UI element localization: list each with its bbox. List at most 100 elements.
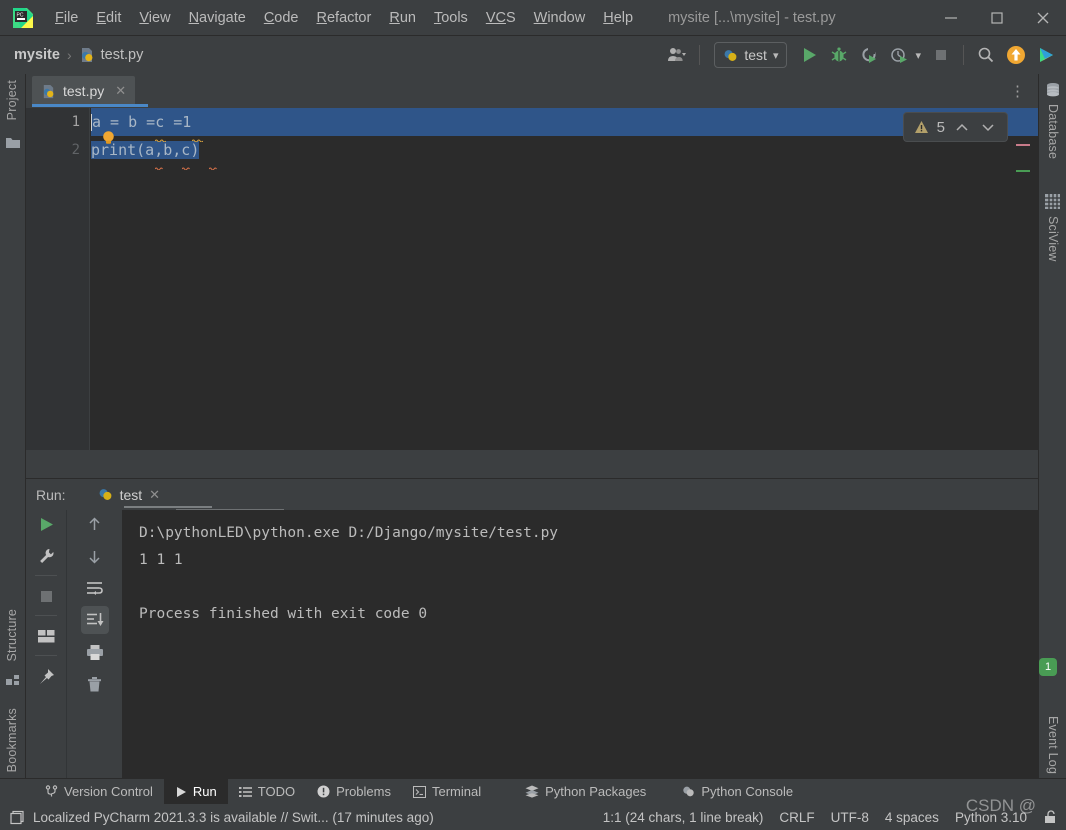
bottom-tab-version-control[interactable]: Version Control bbox=[34, 779, 164, 805]
menu-code[interactable]: Code bbox=[255, 7, 308, 29]
profile-chevron-down-icon[interactable]: ▾ bbox=[915, 49, 921, 62]
notification-icon[interactable] bbox=[10, 810, 25, 825]
menu-help[interactable]: Help bbox=[594, 7, 642, 29]
sidebar-item-sciview[interactable]: SciView bbox=[1046, 216, 1060, 262]
rerun-icon[interactable] bbox=[32, 510, 60, 538]
editor-code-area[interactable]: a = b =c =1 print(a,b,c) bbox=[91, 108, 1038, 450]
problems-icon bbox=[317, 785, 330, 798]
bottom-tab-todo[interactable]: TODO bbox=[228, 779, 306, 805]
up-arrow-icon[interactable] bbox=[81, 510, 109, 538]
menu-edit-mnemonic: E bbox=[96, 9, 107, 26]
breadcrumb-project[interactable]: mysite bbox=[14, 47, 60, 63]
run-console-output[interactable]: D:\pythonLED\python.exe D:/Django/mysite… bbox=[122, 510, 1038, 780]
sciview-grid-icon[interactable] bbox=[1045, 194, 1060, 214]
file-encoding[interactable]: UTF-8 bbox=[831, 810, 869, 825]
minimize-button[interactable] bbox=[928, 0, 974, 36]
run-tab-test[interactable]: test ✕ bbox=[90, 484, 168, 506]
menu-tools[interactable]: Tools bbox=[425, 7, 477, 29]
menu-view[interactable]: View bbox=[130, 7, 179, 29]
menu-run[interactable]: Run bbox=[380, 7, 425, 29]
bottom-tab-problems-label: Problems bbox=[336, 784, 391, 799]
soft-wrap-icon[interactable] bbox=[81, 574, 109, 602]
inspection-prev-icon[interactable] bbox=[953, 120, 971, 135]
editor-tab-close-icon[interactable]: ✕ bbox=[115, 83, 126, 99]
bottom-tab-problems[interactable]: Problems bbox=[306, 779, 402, 805]
close-button[interactable] bbox=[1020, 0, 1066, 36]
svg-text:PC: PC bbox=[17, 12, 24, 18]
search-icon[interactable] bbox=[972, 41, 1000, 69]
sidebar-item-event-log[interactable]: Event Log bbox=[1046, 716, 1060, 774]
read-only-lock-icon[interactable] bbox=[1043, 809, 1058, 825]
run-icon bbox=[175, 786, 187, 798]
run-with-coverage-icon[interactable] bbox=[855, 41, 883, 69]
sidebar-item-bookmarks[interactable]: Bookmarks bbox=[5, 708, 19, 772]
stop-icon[interactable] bbox=[32, 582, 60, 610]
breadcrumb-file[interactable]: test.py bbox=[101, 47, 144, 63]
window-controls bbox=[928, 0, 1066, 36]
bottom-tab-terminal[interactable]: Terminal bbox=[402, 779, 492, 805]
error-marker[interactable] bbox=[1016, 144, 1030, 146]
bottom-tab-run[interactable]: Run bbox=[163, 778, 228, 805]
debug-bug-icon[interactable] bbox=[825, 41, 853, 69]
user-account-icon[interactable] bbox=[663, 41, 691, 69]
sidebar-item-database[interactable]: Database bbox=[1046, 104, 1060, 159]
menu-tools-rest: ools bbox=[441, 9, 468, 26]
change-marker[interactable] bbox=[1016, 170, 1030, 172]
editor-tab-label: test.py bbox=[63, 83, 105, 99]
code-editor[interactable]: 1 2 a = b =c =1 print(a,b,c) 5 bbox=[26, 108, 1038, 450]
ide-services-icon[interactable] bbox=[1032, 41, 1060, 69]
down-arrow-icon[interactable] bbox=[81, 542, 109, 570]
event-log-badge[interactable]: 1 bbox=[1039, 658, 1062, 676]
inspection-count: 5 bbox=[936, 118, 945, 136]
run-configuration-selector[interactable]: test ▾ bbox=[714, 42, 788, 68]
folder-icon[interactable] bbox=[5, 136, 21, 155]
stop-icon[interactable] bbox=[927, 41, 955, 69]
editor-tab-options-icon[interactable]: ⋮ bbox=[1010, 82, 1026, 100]
structure-icon[interactable] bbox=[6, 673, 21, 692]
profile-icon[interactable] bbox=[885, 41, 913, 69]
pin-icon[interactable] bbox=[32, 662, 60, 690]
run-tab-close-icon[interactable]: ✕ bbox=[149, 487, 160, 503]
bottom-tab-python-packages[interactable]: Python Packages bbox=[514, 779, 657, 805]
run-icon[interactable] bbox=[795, 41, 823, 69]
wrench-settings-icon[interactable] bbox=[32, 542, 60, 570]
menu-vcs[interactable]: VCS bbox=[477, 7, 525, 29]
code-line-1[interactable]: a = b =c =1 bbox=[91, 108, 1038, 136]
menu-file[interactable]: File bbox=[46, 7, 87, 29]
update-project-icon[interactable] bbox=[1002, 41, 1030, 69]
right-tool-strip: Database SciView 1 Event Log bbox=[1038, 74, 1066, 780]
bottom-tab-run-label: Run bbox=[192, 784, 217, 799]
status-bar-message[interactable]: Localized PyCharm 2021.3.3 is available … bbox=[33, 810, 434, 825]
bottom-tab-python-console[interactable]: Python Console bbox=[671, 779, 804, 805]
editor-marker-strip[interactable] bbox=[1016, 108, 1030, 450]
line-separator[interactable]: CRLF bbox=[779, 810, 814, 825]
bottom-tab-terminal-label: Terminal bbox=[432, 784, 482, 799]
sidebar-item-project[interactable]: Project bbox=[5, 80, 19, 120]
caret-position[interactable]: 1:1 (24 chars, 1 line break) bbox=[603, 810, 764, 825]
indent-setting[interactable]: 4 spaces bbox=[885, 810, 939, 825]
menu-refactor[interactable]: Refactor bbox=[308, 7, 381, 29]
database-icon[interactable] bbox=[1045, 82, 1061, 103]
editor-gutter[interactable]: 1 2 bbox=[26, 108, 90, 450]
line-number-2: 2 bbox=[71, 142, 80, 158]
scroll-to-end-icon[interactable] bbox=[80, 606, 109, 634]
menu-help-mnemonic: H bbox=[603, 9, 614, 26]
trash-icon[interactable] bbox=[81, 670, 109, 698]
inspection-widget[interactable]: 5 bbox=[902, 112, 1008, 142]
menu-navigate[interactable]: Navigate bbox=[180, 7, 255, 29]
editor-tab-test-py[interactable]: test.py ✕ bbox=[32, 76, 136, 106]
inspection-next-icon[interactable] bbox=[979, 120, 997, 135]
python-interpreter[interactable]: Python 3.10 bbox=[955, 810, 1027, 825]
menu-code-mnemonic: C bbox=[263, 9, 275, 26]
line-number-1: 1 bbox=[71, 114, 80, 130]
bottom-tab-python-console-label: Python Console bbox=[701, 784, 794, 799]
left-tool-strip: Project Structure Bookmarks bbox=[0, 74, 26, 796]
maximize-button[interactable] bbox=[974, 0, 1020, 36]
main-toolbar: mysite › test.py test ▾ ▾ bbox=[0, 36, 1066, 74]
intention-bulb-icon[interactable] bbox=[101, 130, 116, 145]
sidebar-item-structure[interactable]: Structure bbox=[5, 609, 19, 662]
print-icon[interactable] bbox=[81, 638, 109, 666]
menu-edit[interactable]: Edit bbox=[87, 7, 130, 29]
layout-icon[interactable] bbox=[32, 622, 60, 650]
menu-window[interactable]: Window bbox=[525, 7, 595, 29]
